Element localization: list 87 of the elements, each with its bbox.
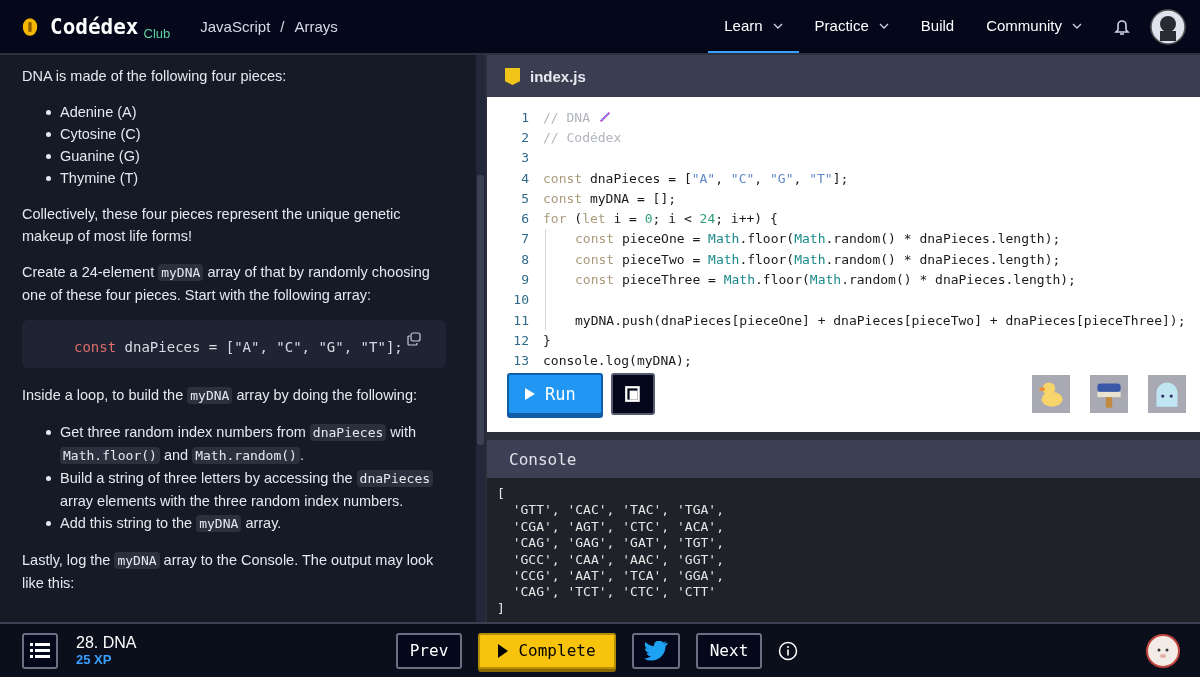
info-icon[interactable] [778,640,798,661]
console-title: Console [509,449,577,469]
line-number: 9 [520,272,530,287]
list-item: Add this string to the myDNA array. [60,514,282,534]
paragraph: Create a 24-element myDNA array of that by randomly choosing one of these four pieces. Start with the following array: [22,263,431,305]
paragraph: Inside a loop, to build the myDNA array by doing the following: [22,386,418,406]
code-line: for (let i = 0; i < 24; i++) { [543,211,778,227]
code-line: const myDNA = []; [543,190,677,206]
console-output-line: 'CAG', 'GAG', 'GAT', 'TGT', [511,535,725,552]
console-output-line: 'GCC', 'CAA', 'AAC', 'GGT', [511,551,725,569]
list-item: Adenine (A) [60,103,137,122]
menu-button[interactable] [22,632,58,669]
code-line: const pieceOne = Math.floor(Math.random() * dnaPieces.length); [574,231,1061,247]
line-number: 2 [520,129,530,145]
brand-logo[interactable]: Codédex [50,14,139,39]
code-line: myDNA.push(dnaPieces[pieceOne] + dnaPieces[pieceTwo] + dnaPieces[pieceThree]); [574,312,1186,328]
list-item: Build a string of three letters by accessing the dnaPieces array elements with the three random index numbers. [60,467,446,512]
xp-label: 25 XP [76,652,113,667]
next-button[interactable]: Next [696,632,762,669]
console-output-line: ] [497,600,506,618]
scrollbar-thumb[interactable] [477,175,484,445]
bullet-dot [46,430,51,435]
nav-tab[interactable]: Build [904,0,971,53]
paint-brush-icon[interactable] [1090,374,1128,413]
code-line: } [543,332,551,348]
file-tab[interactable]: index.js [530,67,586,85]
line-number: 11 [512,312,530,328]
console-output-line: 'CGA', 'AGT', 'CTC', 'ACA', [511,518,725,536]
chevron-down-icon[interactable] [1072,22,1082,29]
code-line: // DNA [543,109,590,125]
complete-button[interactable]: Complete [478,632,616,669]
coin-icon [22,16,38,37]
line-number: 10 [512,292,530,308]
copy-button[interactable] [611,372,655,415]
code-line: const dnaPieces = ["A", "C", "G", "T"]; [543,170,849,186]
line-number: 3 [520,150,530,166]
paragraph: DNA is made of the following four pieces: [22,67,288,86]
console-output-line: 'CAG', 'TCT', 'CTC', 'CTT' [511,584,718,601]
breadcrumb-link[interactable]: JavaScript [200,18,271,35]
code-block: const dnaPieces = ["A", "C", "G", "T"]; [22,320,446,368]
console-output-line: [ [497,486,506,503]
list-item: Cytosine (C) [60,125,141,144]
play-icon [525,387,535,400]
prev-button[interactable]: Prev [396,632,462,669]
bullet-dot [46,476,51,481]
code-line: const pieceThree = Math.floor(Math.random() * dnaPieces.length); [574,272,1076,287]
bullet-dot [46,521,51,526]
code-line: console.log(myDNA); [543,353,692,369]
bullet-dot [46,110,51,115]
list-item: Guanine (G) [60,147,140,166]
twitter-share-button[interactable] [632,632,680,669]
line-number: 5 [520,190,530,206]
list-item: Get three random index numbers from dnaPieces with Math.floor() and Math.random() . [60,423,418,466]
breadcrumb-link[interactable]: Arrays [294,18,338,35]
line-number: 6 [520,211,530,227]
chevron-down-icon[interactable] [878,22,889,29]
nav-tab[interactable]: Practice [798,0,905,53]
line-number: 13 [512,353,530,369]
copy-icon[interactable] [406,332,421,346]
bullet-dot [46,154,51,159]
line-number: 4 [520,170,530,186]
code-line: const pieceTwo = Math.floor(Math.random() * dnaPieces.length); [574,251,1061,267]
exercise-title: 28. DNA [76,634,138,652]
list-icon [30,642,50,659]
js-file-icon [505,67,520,85]
list-item: Thymine (T) [60,169,139,188]
copy-icon [624,384,642,403]
line-number: 1 [520,109,530,125]
bird-icon [644,640,668,661]
nav-tab[interactable]: Community [970,0,1098,53]
paragraph: Lastly, log the myDNA array to the Console. The output may look like this: [22,551,435,593]
breadcrumb-separator: / [280,18,285,35]
nav-tab[interactable]: Learn [708,0,799,53]
code-line: // Codédex [543,129,622,145]
club-label: Club [143,26,171,41]
bullet-dot [46,176,51,181]
console-output-line: 'CCG', 'AAT', 'TCA', 'GGA', [511,568,725,585]
console-output-line: 'GTT', 'CAC', 'TAC', 'TGA', [511,502,725,519]
line-number: 7 [520,231,530,247]
chevron-down-icon[interactable] [772,22,783,29]
avatar[interactable] [1150,8,1186,45]
play-icon [498,643,509,658]
paragraph: Collectively, these four pieces represent the unique genetic makeup of most life forms! [22,205,402,246]
line-number: 12 [512,332,530,348]
bullet-dot [46,132,51,137]
avatar[interactable] [1146,633,1180,668]
line-number: 8 [520,251,530,267]
